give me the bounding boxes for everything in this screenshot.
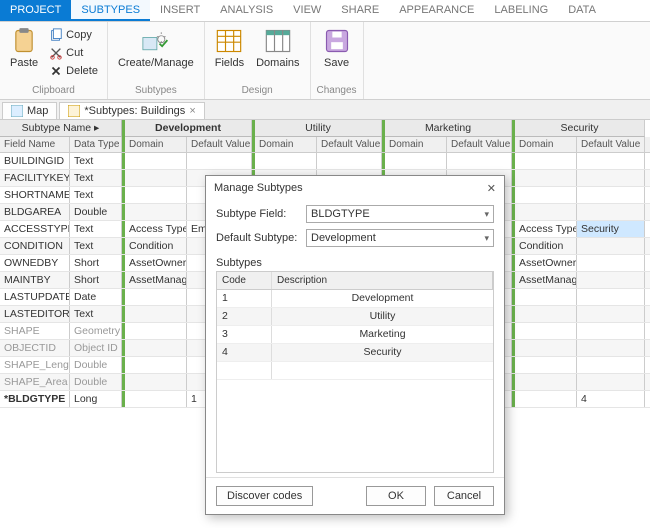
discover-codes-button[interactable]: Discover codes <box>216 486 313 506</box>
subtypes-tab[interactable]: *Subtypes: Buildings × <box>59 102 204 119</box>
subtypes-section-label: Subtypes <box>216 257 494 269</box>
manage-subtypes-dialog: Manage Subtypes ✕ Subtype Field: BLDGTYP… <box>205 175 505 515</box>
fields-button[interactable]: Fields <box>211 25 248 71</box>
col-security[interactable]: Security <box>515 120 645 137</box>
ribbon-tab-subtypes[interactable]: SUBTYPES <box>71 0 150 21</box>
changes-group: Save Changes <box>311 22 364 99</box>
ribbon-tab-data[interactable]: DATA <box>558 0 606 21</box>
close-icon[interactable]: × <box>189 105 195 117</box>
save-button[interactable]: Save <box>319 25 355 71</box>
subtype-row[interactable]: 4Security <box>217 344 493 362</box>
clipboard-group: Paste Copy Cut Delete Clipboard <box>0 22 108 99</box>
col-development[interactable]: Development <box>125 120 252 137</box>
ok-button[interactable]: OK <box>366 486 426 506</box>
paste-label: Paste <box>10 57 38 69</box>
col-utility[interactable]: Utility <box>255 120 382 137</box>
ribbon-tab-share[interactable]: SHARE <box>331 0 389 21</box>
subtype-field-select[interactable]: BLDGTYPE▾ <box>306 205 494 223</box>
close-icon[interactable]: ✕ <box>487 182 496 195</box>
description-header[interactable]: Description <box>272 272 493 289</box>
cancel-button[interactable]: Cancel <box>434 486 494 506</box>
cut-button[interactable]: Cut <box>46 45 101 61</box>
subtype-row-empty[interactable] <box>217 362 493 380</box>
subtype-row[interactable]: 3Marketing <box>217 326 493 344</box>
ribbon-tab-analysis[interactable]: ANALYSIS <box>210 0 283 21</box>
map-tab[interactable]: Map <box>2 102 57 119</box>
dialog-titlebar: Manage Subtypes ✕ <box>206 176 504 201</box>
ribbon-tab-labeling[interactable]: LABELING <box>484 0 558 21</box>
subtype-row[interactable]: 2Utility <box>217 308 493 326</box>
col-marketing[interactable]: Marketing <box>385 120 512 137</box>
dialog-title-text: Manage Subtypes <box>214 182 303 195</box>
subtype-field-label: Subtype Field: <box>216 208 306 220</box>
copy-button[interactable]: Copy <box>46 27 101 43</box>
create-manage-button[interactable]: Create/Manage <box>114 25 198 71</box>
table-icon <box>68 105 80 117</box>
table-row[interactable]: BUILDINGIDText <box>0 153 650 170</box>
subtype-name-header[interactable]: Subtype Name ▸ <box>0 120 122 137</box>
subtypes-table: Code Description 1Development2Utility3Ma… <box>216 271 494 473</box>
delete-button[interactable]: Delete <box>46 63 101 79</box>
code-header[interactable]: Code <box>217 272 272 289</box>
clipboard-group-label: Clipboard <box>32 85 75 96</box>
default-subtype-select[interactable]: Development▾ <box>306 229 494 247</box>
grid-sub-header: Field Name Data Type Domain Default Valu… <box>0 137 650 153</box>
ribbon-content: Paste Copy Cut Delete Clipboard Create/M… <box>0 22 650 100</box>
subtype-row[interactable]: 1Development <box>217 290 493 308</box>
ribbon-tab-appearance[interactable]: APPEARANCE <box>389 0 484 21</box>
ribbon-tab-insert[interactable]: INSERT <box>150 0 210 21</box>
default-subtype-label: Default Subtype: <box>216 232 306 244</box>
chevron-down-icon: ▾ <box>484 233 489 244</box>
domains-button[interactable]: Domains <box>252 25 303 71</box>
grid-group-header: Subtype Name ▸ Development Utility Marke… <box>0 120 650 137</box>
chevron-down-icon: ▾ <box>484 209 489 220</box>
design-group: Fields Domains Design <box>205 22 311 99</box>
document-tabs: Map *Subtypes: Buildings × <box>0 100 650 120</box>
map-icon <box>11 105 23 117</box>
ribbon-tab-project[interactable]: PROJECT <box>0 0 71 21</box>
ribbon-tab-view[interactable]: VIEW <box>283 0 331 21</box>
paste-button[interactable]: Paste <box>6 25 42 71</box>
ribbon-tabs: PROJECTSUBTYPESINSERTANALYSISVIEWSHAREAP… <box>0 0 650 22</box>
subtypes-group: Create/Manage Subtypes <box>108 22 205 99</box>
